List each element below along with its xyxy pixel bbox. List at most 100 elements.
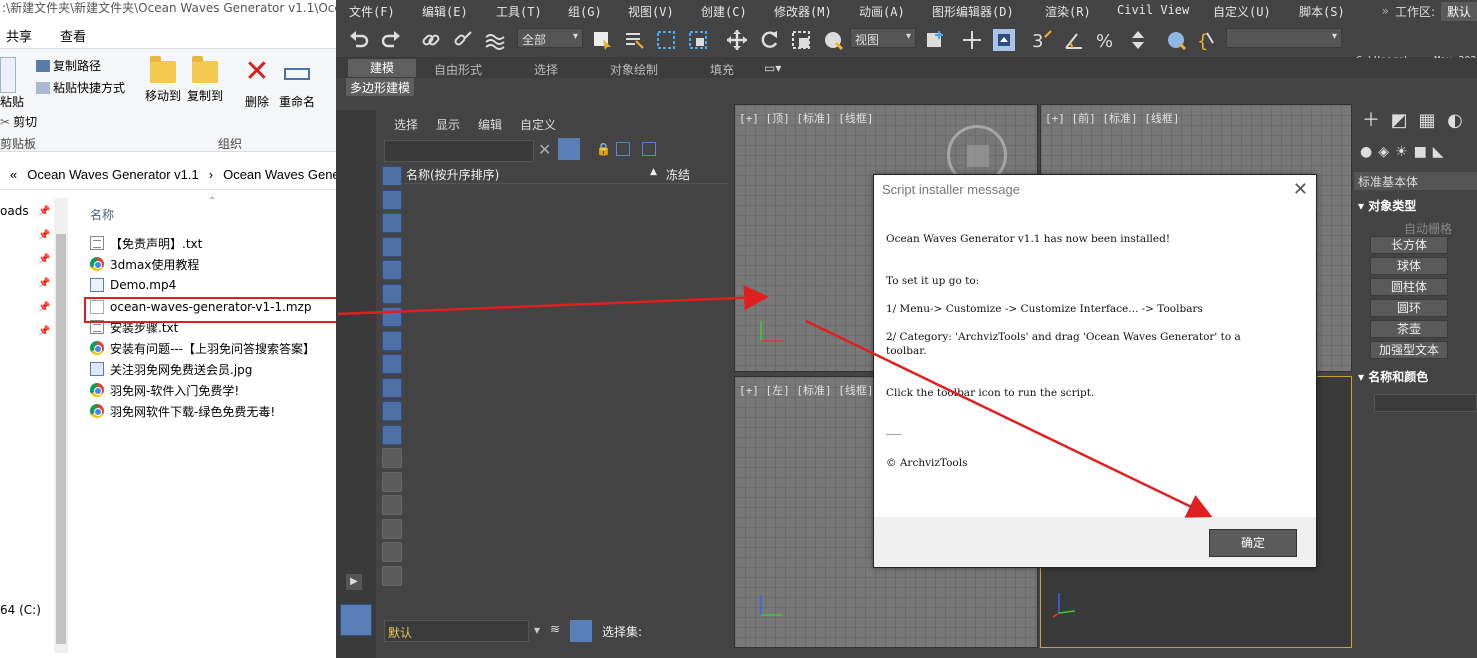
paste-icon[interactable] xyxy=(0,57,16,93)
viewport-layout-icon[interactable] xyxy=(340,604,372,636)
named-selection-set-dropdown[interactable] xyxy=(1226,28,1342,48)
object-name-field[interactable] xyxy=(1374,394,1477,412)
ribbon-tab-selection[interactable]: 选择 xyxy=(534,61,558,78)
teapot-button[interactable]: 茶壶 xyxy=(1370,320,1448,338)
workspace-overflow-icon[interactable]: » xyxy=(1382,4,1389,18)
link-icon[interactable] xyxy=(420,29,442,51)
column-header-name[interactable]: 名称 xyxy=(90,206,114,223)
menu-animation[interactable]: 动画(A) xyxy=(859,3,905,20)
xrefs-filter-icon[interactable] xyxy=(382,330,402,351)
copy-to-button[interactable]: 复制到 xyxy=(184,55,226,104)
layers-icon[interactable]: ≋ xyxy=(550,622,560,636)
select-manipulate-icon[interactable] xyxy=(961,29,983,51)
hierarchy-view-icon[interactable] xyxy=(570,620,592,642)
box-button[interactable]: 长方体 xyxy=(1370,236,1448,254)
column-frozen[interactable]: 冻结 xyxy=(666,166,690,183)
helpers-icon[interactable]: ◣ xyxy=(1433,144,1444,160)
geometry-category-dropdown[interactable]: 标准基本体 xyxy=(1354,172,1477,190)
close-icon[interactable]: ✕ xyxy=(1293,179,1308,200)
tab-view[interactable]: 查看 xyxy=(60,26,86,45)
file-item[interactable]: 关注羽免网免费送会员.jpg xyxy=(90,359,330,379)
file-item[interactable]: 羽免网-软件入门免费学! xyxy=(90,380,330,400)
move-to-button[interactable]: 移动到 xyxy=(142,55,184,104)
file-item[interactable]: 安装有问题---【上羽免问答搜索答案】 xyxy=(90,338,330,358)
scrollbar-thumb[interactable] xyxy=(56,234,66,644)
spinner-snap-icon[interactable] xyxy=(1127,29,1149,51)
undo-icon[interactable] xyxy=(348,29,370,51)
ribbon-tab-object-paint[interactable]: 对象绘制 xyxy=(610,61,658,78)
copy-path-button[interactable]: 复制路径 xyxy=(36,57,101,74)
hidden-filter-icon[interactable] xyxy=(382,424,402,445)
file-item[interactable]: 羽免网软件下载-绿色免费无毒! xyxy=(90,401,330,421)
cameras-filter-icon[interactable] xyxy=(382,236,402,257)
shapes-icon[interactable]: ◈ xyxy=(1378,144,1389,160)
scene-menu-select[interactable]: 选择 xyxy=(394,116,418,133)
sphere-button[interactable]: 球体 xyxy=(1370,257,1448,275)
spacewarps-filter-icon[interactable] xyxy=(382,283,402,304)
object-type-rollout[interactable]: ▾ 对象类型 xyxy=(1358,197,1416,214)
snaps-toggle-icon[interactable]: 3 xyxy=(1031,29,1053,51)
filter-icon[interactable] xyxy=(558,138,580,160)
layer-dropdown[interactable]: 默认 xyxy=(384,620,529,642)
modify-tab-icon[interactable]: ◩ xyxy=(1388,110,1410,132)
scene-object-list[interactable] xyxy=(404,186,728,616)
containers-filter-icon[interactable] xyxy=(382,377,402,398)
menu-tools[interactable]: 工具(T) xyxy=(496,3,542,20)
pivot-center-icon[interactable] xyxy=(924,29,946,51)
geometry-filter-icon[interactable] xyxy=(382,166,402,186)
ribbon-tab-modeling[interactable]: 建模 xyxy=(348,59,417,77)
paste-button[interactable]: 粘贴 xyxy=(0,93,24,110)
rect-selection-icon[interactable] xyxy=(655,29,677,51)
window-crossing-icon[interactable] xyxy=(687,29,709,51)
layer-dropdown-arrow-icon[interactable]: ▾ xyxy=(534,623,540,637)
paste-shortcut-button[interactable]: 粘贴快捷方式 xyxy=(36,79,125,96)
nav-item-drive-c[interactable]: 64 (C:) xyxy=(0,603,41,617)
scene-search-field[interactable] xyxy=(384,140,534,162)
cameras-icon[interactable]: ■ xyxy=(1414,144,1427,160)
autogrid-checkbox[interactable]: 自动栅格 xyxy=(1404,220,1452,237)
text-plus-button[interactable]: 加强型文本 xyxy=(1370,341,1448,359)
polygon-modeling-bar[interactable]: 多边形建模 xyxy=(346,78,415,96)
menu-rendering[interactable]: 渲染(R) xyxy=(1045,3,1091,20)
menu-scripting[interactable]: 脚本(S) xyxy=(1299,3,1345,20)
rename-button[interactable]: 重命名 xyxy=(276,55,318,110)
layer-hierarchy-icon[interactable] xyxy=(642,142,656,156)
keyboard-shortcut-icon[interactable] xyxy=(993,29,1015,51)
lights-filter-icon[interactable] xyxy=(382,213,402,233)
redo-icon[interactable] xyxy=(380,29,402,51)
particles-filter-icon[interactable] xyxy=(382,401,402,421)
rotate-icon[interactable] xyxy=(758,29,780,51)
menu-group[interactable]: 组(G) xyxy=(568,3,602,20)
helpers-filter-icon[interactable] xyxy=(382,260,402,280)
menu-civil-view[interactable]: Civil View xyxy=(1117,3,1189,17)
scene-menu-edit[interactable]: 编辑 xyxy=(478,116,502,133)
file-item[interactable]: Demo.mp4 xyxy=(90,275,330,295)
none-filter-icon[interactable] xyxy=(382,471,402,492)
breadcrumb-item[interactable]: Ocean Waves Generator v1.1 xyxy=(27,167,199,182)
hierarchy-icon[interactable] xyxy=(616,142,630,156)
ribbon-tab-populate[interactable]: 填充 xyxy=(710,61,734,78)
select-object-icon[interactable] xyxy=(591,29,613,51)
menu-views[interactable]: 视图(V) xyxy=(628,3,674,20)
nav-scrollbar[interactable] xyxy=(54,198,68,653)
scene-menu-customize[interactable]: 自定义 xyxy=(520,116,556,133)
nav-item-downloads[interactable]: oads xyxy=(0,204,29,218)
filter-off-icon[interactable] xyxy=(382,542,402,562)
ribbon-options-icon[interactable]: ▭▾ xyxy=(764,61,781,75)
cylinder-button[interactable]: 圆柱体 xyxy=(1370,278,1448,296)
cut-button[interactable]: ✂ 剪切 xyxy=(0,113,37,130)
workspace-dropdown[interactable]: 默认 xyxy=(1440,1,1477,21)
scene-menu-display[interactable]: 显示 xyxy=(436,116,460,133)
delete-button[interactable]: ✕ 删除 xyxy=(236,55,278,110)
column-name[interactable]: 名称(按升序排序) xyxy=(406,166,499,183)
file-item[interactable]: 3dmax使用教程 xyxy=(90,254,330,274)
selection-filter-dropdown[interactable]: 全部 xyxy=(517,28,583,48)
folder-icon[interactable] xyxy=(382,565,402,586)
file-item[interactable]: 【免责声明】.txt xyxy=(90,233,330,253)
create-tab-icon[interactable]: ＋ xyxy=(1360,110,1382,132)
all-filter-icon[interactable] xyxy=(382,448,402,468)
name-color-rollout[interactable]: ▾ 名称和颜色 xyxy=(1358,368,1428,385)
address-bar[interactable]: « Ocean Waves Generator v1.1 › Ocean Wav… xyxy=(0,160,336,190)
funnel-icon[interactable] xyxy=(382,518,402,539)
ribbon-tab-freeform[interactable]: 自由形式 xyxy=(434,61,482,78)
